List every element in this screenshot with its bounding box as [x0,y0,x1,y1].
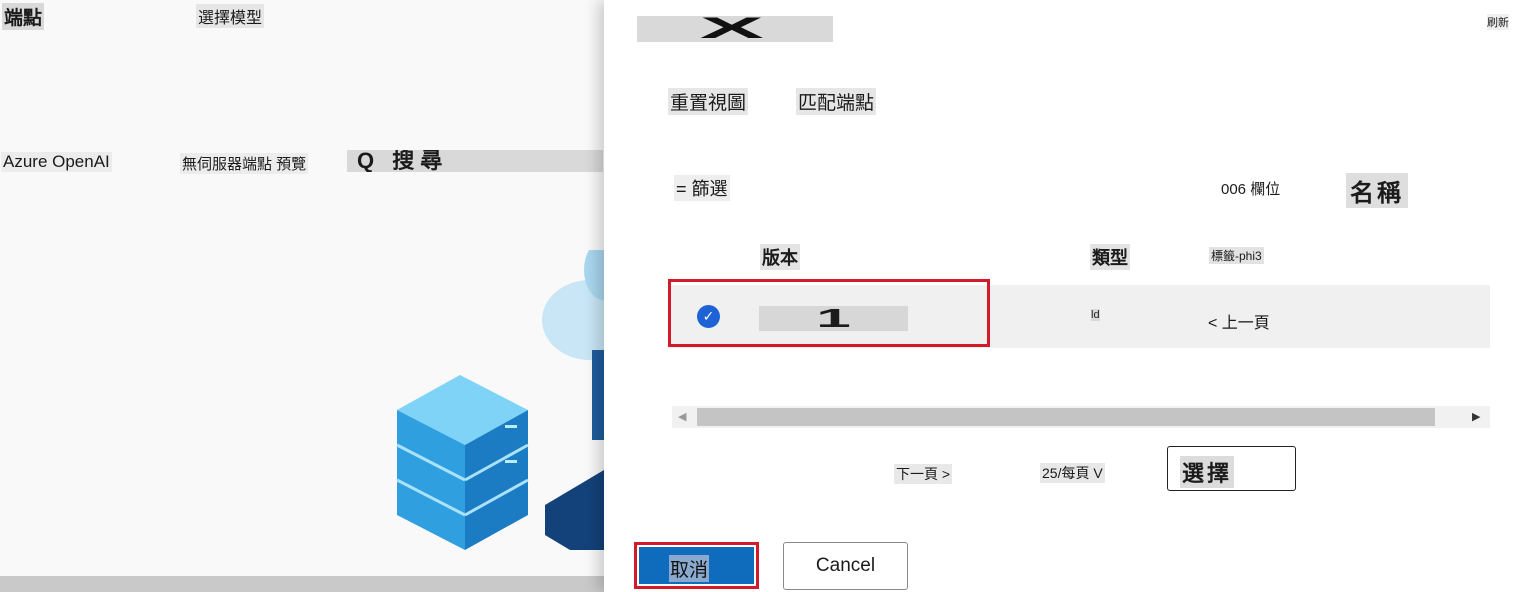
provider-label[interactable]: Azure OpenAI [1,152,112,172]
row-version-cell: 1 [759,306,908,331]
breadcrumb-current[interactable]: 端點 [2,3,45,30]
panel-title: X [637,16,833,42]
scrollbar-thumb[interactable] [697,408,1435,426]
page-size-select[interactable]: 25/每頁 V [1040,463,1105,483]
column-header-tag[interactable]: 標籤-phi3 [1209,247,1264,264]
column-header-type[interactable]: 類型 [1090,244,1130,270]
scroll-left-icon[interactable]: ◀ [678,410,686,423]
server-illustration [396,250,604,550]
row-type-cell: ld [1091,309,1100,321]
primary-cancel-label: 取消 [669,555,710,582]
columns-button[interactable]: 006 欄位 [1221,178,1280,199]
select-button[interactable]: 選擇 [1167,446,1296,491]
breadcrumb-step: 選擇模型 [196,4,265,28]
select-model-panel: X 刷新 重置視圖 匹配端點 = 篩選 006 欄位 名稱 版本 類型 標籤-p… [604,0,1519,592]
background-page: 端點 選擇模型 Azure OpenAI 無伺服器端點 預覽 Q 搜尋 [0,0,604,592]
select-button-label: 選擇 [1180,456,1235,488]
filter-button[interactable]: = 篩選 [674,175,730,201]
panel-title-text: X [699,16,771,42]
primary-cancel-button[interactable]: 取消 [634,542,759,589]
serverless-label[interactable]: 無伺服器端點 預覽 [180,153,309,174]
refresh-button[interactable]: 刷新 [1487,14,1509,30]
scroll-right-icon[interactable]: ▶ [1472,410,1480,423]
previous-page-button[interactable]: < 上一頁 [1208,309,1270,333]
reset-view-button[interactable]: 重置視圖 [668,88,749,115]
bottom-scrollbar[interactable] [0,576,604,592]
search-box[interactable]: Q 搜尋 [347,150,603,172]
keyboard-shape [545,470,604,550]
dark-server [592,350,604,440]
match-endpoint-button[interactable]: 匹配端點 [796,88,877,115]
row-version-text: 1 [816,306,851,331]
primary-cancel-fill: 取消 [639,547,754,584]
next-page-button[interactable]: 下一頁 > [894,464,953,484]
column-header-version[interactable]: 版本 [760,244,800,270]
checkmark-icon[interactable]: ✓ [697,305,720,328]
sort-by-name-button[interactable]: 名稱 [1346,173,1408,208]
cancel-button[interactable]: Cancel [783,542,908,590]
